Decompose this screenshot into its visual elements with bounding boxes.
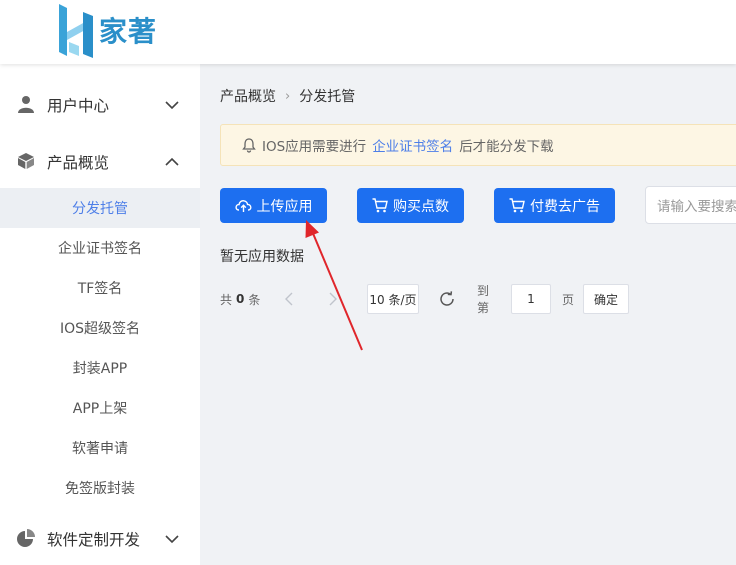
search-input[interactable]: 请输入要搜索 (645, 186, 736, 224)
breadcrumb-current: 分发托管 (299, 89, 356, 105)
upload-app-label: 上传应用 (256, 198, 313, 215)
chevron-down-icon (165, 101, 179, 110)
chevron-up-icon (165, 157, 179, 166)
refresh-icon[interactable] (438, 284, 458, 314)
goto-prefix: 到第 (477, 284, 490, 315)
sidebar-item-software-copyright[interactable]: 软著申请 (0, 428, 200, 468)
sidebar-item-wrap-app[interactable]: 封装APP (0, 348, 200, 388)
menu-group-user-center[interactable]: 用户中心 (0, 77, 200, 133)
buy-points-label: 购买点数 (393, 198, 449, 215)
breadcrumb-separator-icon: › (285, 88, 291, 104)
bell-icon (242, 138, 256, 153)
sidebar-item-ios-super-sign[interactable]: IOS超级签名 (0, 308, 200, 348)
chevron-down-icon (165, 535, 179, 544)
sidebar-item-distribution-hosting[interactable]: 分发托管 (0, 188, 200, 228)
cart-icon (372, 198, 388, 213)
main-content: 产品概览 › 分发托管 IOS应用需要进行 企业证书签名 后才能分发下载 上传应… (200, 64, 736, 565)
breadcrumb-parent[interactable]: 产品概览 (220, 86, 276, 106)
remove-ads-button[interactable]: 付费去广告 (494, 188, 615, 223)
logo-mark-icon (59, 4, 93, 58)
empty-state-text: 暂无应用数据 (220, 249, 304, 265)
cube-icon (18, 153, 34, 169)
notice-banner: IOS应用需要进行 企业证书签名 后才能分发下载 (220, 124, 736, 166)
user-icon (18, 96, 34, 113)
notice-text-before: IOS应用需要进行 (262, 139, 367, 155)
sidebar-item-tf-sign[interactable]: TF签名 (0, 268, 200, 308)
remove-ads-label: 付费去广告 (530, 198, 600, 215)
goto-page-input[interactable]: 1 (511, 284, 551, 314)
notice-text-after: 后才能分发下载 (459, 139, 554, 155)
notice-link-enterprise-cert[interactable]: 企业证书签名 (372, 135, 453, 155)
prev-page-icon[interactable] (284, 284, 298, 314)
menu-group-label: 产品概览 (47, 154, 110, 172)
cloud-upload-icon (234, 199, 252, 212)
menu-group-product-overview[interactable]: 产品概览 (0, 134, 200, 190)
logo[interactable]: 家著 (57, 0, 157, 60)
total-count: 共0条 (220, 292, 261, 307)
page-size-select[interactable]: 10 条/页 (367, 284, 419, 314)
next-page-icon[interactable] (328, 284, 342, 314)
menu-group-label: 用户中心 (47, 97, 110, 115)
sidebar-item-app-listing[interactable]: APP上架 (0, 388, 200, 428)
upload-app-button[interactable]: 上传应用 (220, 188, 327, 223)
menu-group-label: 软件定制开发 (47, 531, 141, 549)
logo-text: 家著 (99, 15, 158, 48)
menu-group-custom-dev[interactable]: 软件定制开发 (0, 511, 200, 565)
cart-icon (509, 198, 525, 213)
sidebar: 用户中心 产品概览 分发托管 企业证书签名 TF签名 IOS超级签名 封装APP… (0, 64, 200, 565)
top-header: 家著 (0, 0, 736, 64)
pie-chart-icon (17, 529, 35, 547)
sidebar-item-enterprise-cert-sign[interactable]: 企业证书签名 (0, 228, 200, 268)
buy-points-button[interactable]: 购买点数 (357, 188, 464, 223)
goto-suffix: 页 (562, 292, 575, 307)
sidebar-item-free-sign-wrap[interactable]: 免签版封装 (0, 468, 200, 508)
goto-confirm-button[interactable]: 确定 (583, 284, 629, 314)
breadcrumb: 产品概览 › 分发托管 (220, 86, 355, 106)
